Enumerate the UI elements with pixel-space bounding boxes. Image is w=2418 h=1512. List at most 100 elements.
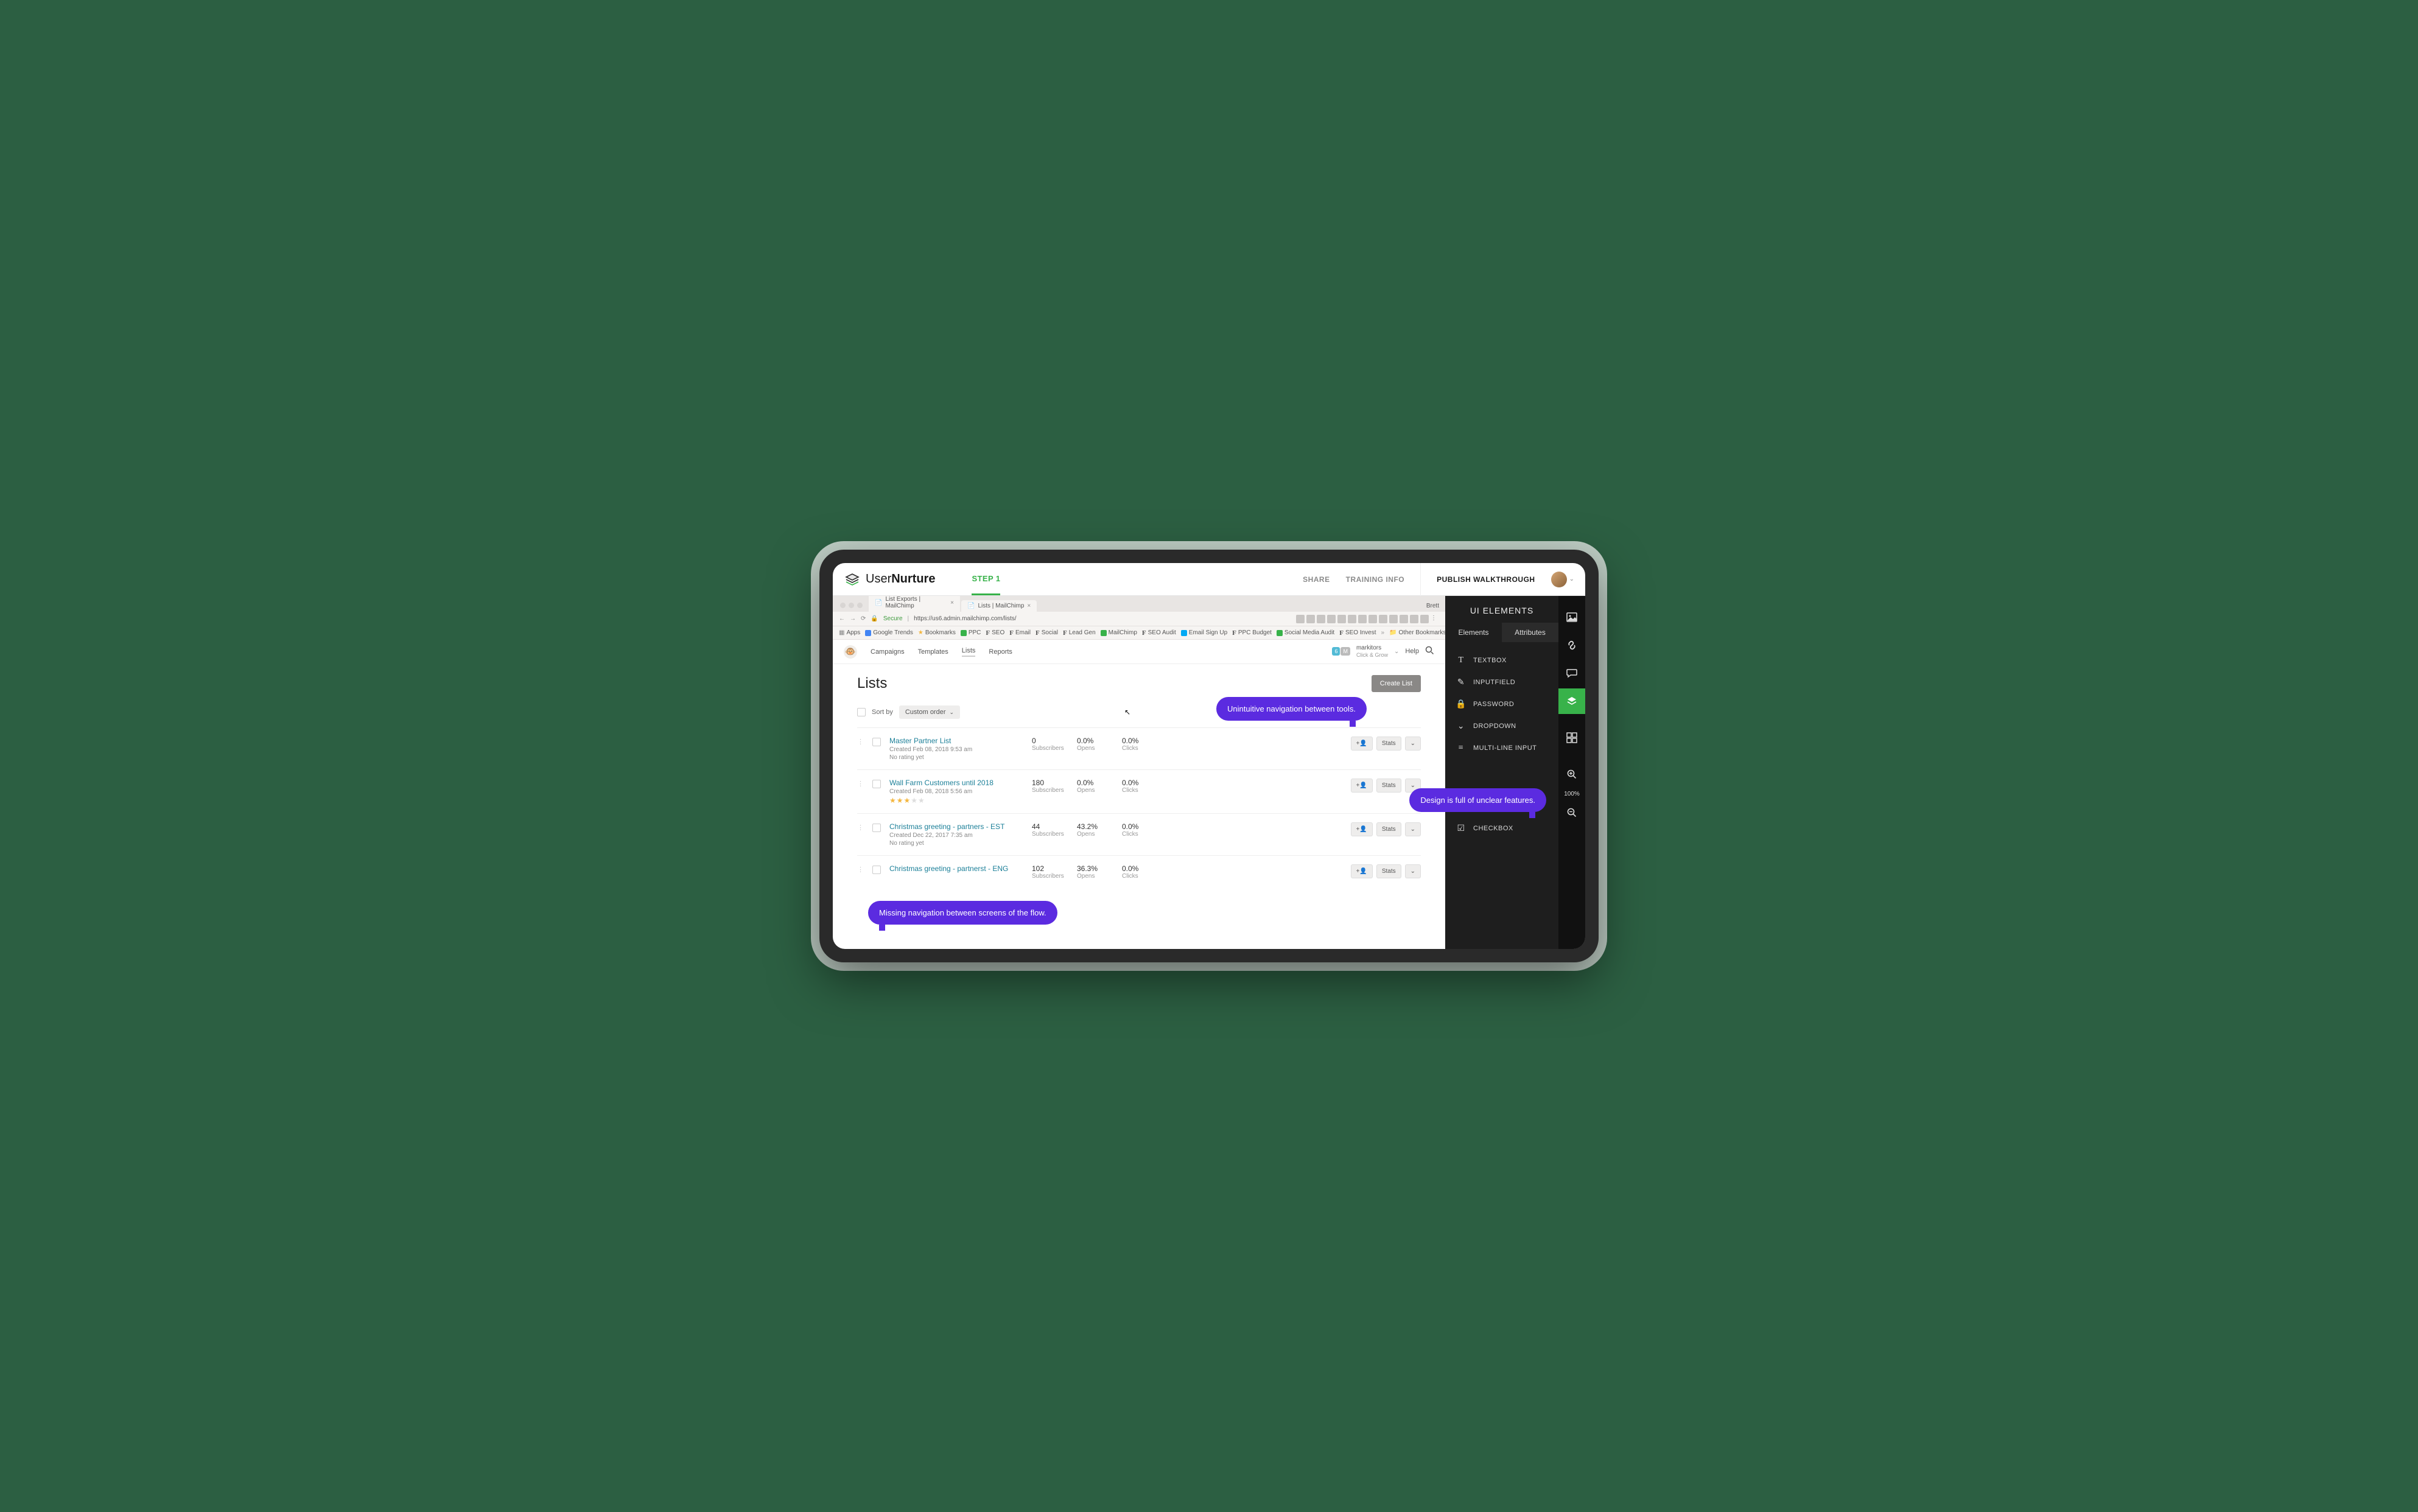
close-icon[interactable]: × — [1027, 603, 1031, 609]
back-icon[interactable]: ← — [839, 615, 845, 622]
nav-templates[interactable]: Templates — [918, 648, 948, 656]
row-menu-button[interactable]: ⌄ — [1405, 737, 1421, 751]
element-password[interactable]: 🔒PASSWORD — [1445, 693, 1558, 715]
search-icon[interactable] — [1425, 646, 1434, 657]
extension-icon[interactable] — [1410, 615, 1418, 623]
bookmark-item[interactable]: FSEO Invest — [1339, 629, 1376, 637]
add-user-button[interactable]: +👤 — [1351, 822, 1373, 836]
list-item: ⋮ Master Partner List Created Feb 08, 20… — [857, 727, 1421, 769]
tab-attributes[interactable]: Attributes — [1502, 623, 1558, 642]
nav-reports[interactable]: Reports — [989, 648, 1012, 656]
list-title-link[interactable]: Wall Farm Customers until 2018 — [889, 779, 1023, 787]
extension-icon[interactable] — [1400, 615, 1408, 623]
close-icon[interactable]: × — [950, 600, 954, 606]
nav-lists[interactable]: Lists — [962, 647, 976, 657]
extension-icon[interactable] — [1420, 615, 1429, 623]
menu-icon[interactable]: ⋮ — [1431, 615, 1439, 623]
list-title-link[interactable]: Christmas greeting - partnerst - ENG — [889, 864, 1023, 873]
bookmark-item[interactable]: Google Trends — [865, 629, 913, 636]
training-info-link[interactable]: TRAINING INFO — [1346, 575, 1405, 584]
browser-tab-2[interactable]: 📄Lists | MailChimp× — [961, 600, 1037, 612]
rail-link-icon[interactable] — [1558, 632, 1585, 658]
sort-dropdown[interactable]: Custom order⌄ — [899, 705, 960, 719]
tab-elements[interactable]: Elements — [1445, 623, 1502, 642]
user-menu[interactable]: ⌄ — [1551, 572, 1574, 587]
bookmark-other[interactable]: 📁Other Bookmarks — [1389, 629, 1445, 636]
extension-icon[interactable] — [1296, 615, 1305, 623]
bookmark-item[interactable]: FSEO Audit — [1142, 629, 1176, 637]
extension-icon[interactable] — [1368, 615, 1377, 623]
rail-zoom-in-icon[interactable] — [1558, 761, 1585, 787]
bookmark-item[interactable]: FLead Gen — [1063, 629, 1096, 637]
extension-icon[interactable] — [1389, 615, 1398, 623]
stats-button[interactable]: Stats — [1376, 737, 1401, 751]
extension-icon[interactable] — [1358, 615, 1367, 623]
rail-grid-icon[interactable] — [1558, 725, 1585, 751]
list-title-link[interactable]: Master Partner List — [889, 737, 1023, 745]
rail-image-icon[interactable] — [1558, 604, 1585, 630]
notification-badge[interactable]: 6M — [1332, 647, 1350, 656]
bookmark-item[interactable]: FPPC Budget — [1232, 629, 1272, 637]
bookmark-item[interactable]: FEmail — [1009, 629, 1031, 637]
extension-icon[interactable] — [1327, 615, 1336, 623]
mailchimp-logo[interactable]: 🐵 — [844, 645, 857, 659]
rail-layers-icon[interactable] — [1558, 688, 1585, 714]
extension-icon[interactable] — [1317, 615, 1325, 623]
drag-handle-icon[interactable]: ⋮ — [857, 737, 864, 746]
forward-icon[interactable]: → — [850, 615, 856, 622]
share-link[interactable]: SHARE — [1303, 575, 1330, 584]
stats-button[interactable]: Stats — [1376, 864, 1401, 878]
bookmark-item[interactable]: FSocial — [1036, 629, 1058, 637]
embedded-browser: 📄List Exports | MailChimp× 📄Lists | Mail… — [833, 596, 1445, 949]
bookmark-apps[interactable]: ▦Apps — [839, 629, 860, 636]
row-menu-button[interactable]: ⌄ — [1405, 822, 1421, 836]
list-title-link[interactable]: Christmas greeting - partners - EST — [889, 822, 1023, 831]
bookmark-item[interactable]: MailChimp — [1101, 629, 1137, 636]
add-user-button[interactable]: +👤 — [1351, 779, 1373, 793]
extension-icon[interactable] — [1348, 615, 1356, 623]
app-logo[interactable]: UserNurture — [844, 571, 935, 588]
row-checkbox[interactable] — [872, 738, 881, 746]
row-checkbox[interactable] — [872, 866, 881, 874]
select-all-checkbox[interactable] — [857, 708, 866, 716]
bookmark-item[interactable]: Social Media Audit — [1277, 629, 1334, 636]
browser-profile[interactable]: Brett — [1426, 603, 1445, 612]
extension-icon[interactable] — [1306, 615, 1315, 623]
row-menu-button[interactable]: ⌄ — [1405, 864, 1421, 878]
account-switcher[interactable]: markitors Click & Grow — [1356, 645, 1388, 659]
add-user-button[interactable]: +👤 — [1351, 864, 1373, 878]
drag-handle-icon[interactable]: ⋮ — [857, 864, 864, 873]
reload-icon[interactable]: ⟳ — [861, 615, 866, 622]
row-checkbox[interactable] — [872, 780, 881, 788]
file-icon: F — [1063, 629, 1067, 637]
element-dropdown[interactable]: ⌄DROPDOWN — [1445, 715, 1558, 737]
publish-button[interactable]: PUBLISH WALKTHROUGH — [1420, 563, 1535, 596]
rail-comment-icon[interactable] — [1558, 660, 1585, 686]
extension-icon[interactable] — [1379, 615, 1387, 623]
stats-button[interactable]: Stats — [1376, 779, 1401, 793]
element-multiline[interactable]: ≡MULTI-LINE INPUT — [1445, 737, 1558, 759]
bookmark-item[interactable]: Email Sign Up — [1181, 629, 1227, 636]
add-user-button[interactable]: +👤 — [1351, 737, 1373, 751]
nav-campaigns[interactable]: Campaigns — [871, 648, 905, 656]
chevron-down-icon[interactable]: ⌄ — [1394, 648, 1399, 655]
drag-handle-icon[interactable]: ⋮ — [857, 822, 864, 831]
rail-zoom-out-icon[interactable] — [1558, 800, 1585, 825]
element-inputfield[interactable]: ✎INPUTFIELD — [1445, 671, 1558, 693]
bookmark-item[interactable]: ★Bookmarks — [918, 629, 956, 636]
row-checkbox[interactable] — [872, 824, 881, 832]
element-textbox[interactable]: TTEXTBOX — [1445, 649, 1558, 671]
tablet-frame: UserNurture STEP 1 SHARE TRAINING INFO P… — [819, 550, 1599, 962]
bookmark-item[interactable]: FSEO — [986, 629, 1004, 637]
browser-tab-1[interactable]: 📄List Exports | MailChimp× — [869, 596, 960, 612]
zoom-level: 100% — [1564, 791, 1580, 797]
nav-help[interactable]: Help — [1405, 648, 1419, 655]
element-checkbox[interactable]: ☑CHECKBOX — [1445, 817, 1558, 839]
create-list-button[interactable]: Create List — [1372, 675, 1421, 692]
bookmark-item[interactable]: PPC — [961, 629, 981, 636]
drag-handle-icon[interactable]: ⋮ — [857, 779, 864, 788]
extension-icon[interactable] — [1337, 615, 1346, 623]
url-text[interactable]: https://us6.admin.mailchimp.com/lists/ — [914, 615, 1016, 622]
tab-step-1[interactable]: STEP 1 — [972, 563, 1000, 595]
stats-button[interactable]: Stats — [1376, 822, 1401, 836]
